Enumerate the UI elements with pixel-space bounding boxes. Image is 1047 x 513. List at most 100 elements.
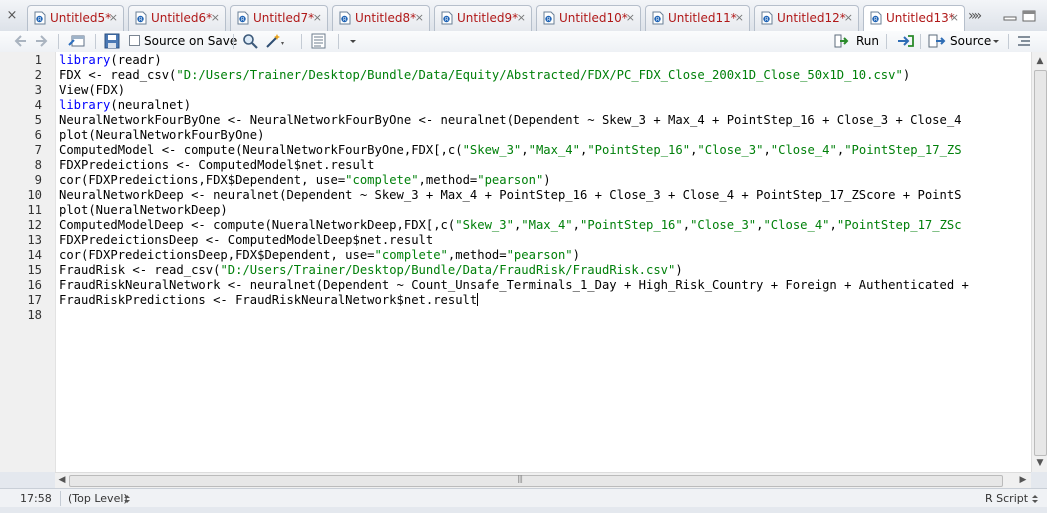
close-icon[interactable]: ×: [211, 11, 220, 24]
tab-untitled[interactable]: R Untitled6* ×: [128, 5, 226, 31]
scroll-right-icon[interactable]: ▶: [1016, 473, 1030, 487]
show-in-window-icon[interactable]: [68, 33, 86, 49]
close-icon[interactable]: ×: [844, 11, 853, 24]
chevron-down-icon[interactable]: [348, 33, 358, 49]
code-line[interactable]: NeuralNetworkDeep <- neuralnet(Dependent…: [59, 188, 962, 203]
svg-text:R: R: [874, 17, 878, 23]
source-icon[interactable]: [928, 33, 946, 49]
string-token: "complete": [374, 248, 448, 262]
source-on-save-label[interactable]: Source on Save: [144, 34, 237, 48]
code-token: ): [543, 173, 551, 187]
code-line[interactable]: FDX <- read_csv("D:/Users/Trainer/Deskto…: [59, 68, 910, 83]
close-icon[interactable]: ×: [313, 11, 322, 24]
close-icon[interactable]: ×: [626, 11, 635, 24]
line-number: 10: [27, 188, 42, 202]
svg-text:R: R: [38, 17, 42, 23]
tab-untitled[interactable]: R Untitled5* ×: [27, 5, 124, 31]
chevron-updown-icon[interactable]: [1031, 494, 1039, 504]
line-number: 8: [34, 158, 42, 172]
scroll-up-icon[interactable]: ▲: [1033, 54, 1047, 68]
code-token: ,: [521, 143, 529, 157]
code-line[interactable]: ComputedModelDeep <- compute(NueralNetwo…: [59, 218, 962, 233]
source-on-save-checkbox[interactable]: [129, 35, 140, 46]
back-arrow-icon[interactable]: [14, 33, 28, 49]
code-line[interactable]: FraudRiskNeuralNetwork <- neuralnet(Depe…: [59, 278, 969, 293]
code-line[interactable]: ComputedModel <- compute(NeuralNetworkFo…: [59, 143, 962, 158]
tab-label: Untitled9*: [457, 11, 519, 25]
tab-label: Untitled12*: [777, 11, 846, 25]
source-button[interactable]: Source: [950, 34, 991, 48]
save-icon[interactable]: [104, 33, 120, 49]
r-script-icon: R: [870, 11, 882, 25]
file-type-selector[interactable]: R Script: [985, 492, 1028, 505]
code-line[interactable]: plot(NeuralNetworkFourByOne): [59, 128, 264, 143]
code-token: ,method=: [418, 173, 478, 187]
run-arrow-icon[interactable]: [834, 33, 850, 49]
horizontal-scroll-thumb[interactable]: [69, 475, 1003, 487]
close-icon[interactable]: ×: [109, 11, 118, 24]
tab-untitled[interactable]: R Untitled10* ×: [536, 5, 641, 31]
code-token: ): [572, 248, 580, 262]
scroll-down-icon[interactable]: ▼: [1033, 456, 1047, 470]
forward-arrow-icon[interactable]: [34, 33, 48, 49]
string-token: "Close_4": [763, 218, 830, 232]
code-token: plot(NueralNetworkDeep): [59, 203, 228, 217]
document-outline-icon[interactable]: [310, 33, 328, 49]
more-tabs-icon[interactable]: »»: [968, 8, 982, 24]
code-line[interactable]: FDXPredeictionsDeep <- ComputedModelDeep…: [59, 233, 433, 248]
run-button[interactable]: Run: [856, 34, 879, 48]
string-token: "Close_3": [697, 143, 764, 157]
close-all-icon[interactable]: ×: [4, 8, 20, 24]
line-number: 15: [27, 263, 42, 277]
code-line[interactable]: FraudRiskPredictions <- FraudRiskNeuralN…: [59, 293, 479, 308]
code-line[interactable]: cor(FDXPredeictionsDeep,FDX$Dependent, u…: [59, 248, 580, 263]
vertical-scroll-thumb[interactable]: [1034, 70, 1047, 456]
string-token: "Close_4": [770, 143, 837, 157]
code-line[interactable]: cor(FDXPredeictions,FDX$Dependent, use="…: [59, 173, 551, 188]
minimize-pane-icon[interactable]: [1003, 10, 1017, 22]
maximize-pane-icon[interactable]: [1022, 10, 1036, 22]
code-editor[interactable]: 1 2 3 4 5 6 7 8 9 10 11 12 13 14 15 16 17 18 library(read…: [0, 52, 1047, 472]
pane-splitter[interactable]: [0, 507, 1047, 513]
tab-bar: × R Untitled5* × R Untitled6* × R Untitled7* × R U…: [0, 0, 1047, 32]
tab-untitled[interactable]: R Untitled7* ×: [230, 5, 328, 31]
string-token: "PointStep_16": [580, 218, 683, 232]
menu-lines-icon[interactable]: [1017, 33, 1031, 49]
svg-text:R: R: [656, 17, 660, 23]
scroll-left-icon[interactable]: ◀: [55, 473, 69, 487]
code-line[interactable]: View(FDX): [59, 83, 125, 98]
code-token: cor(FDXPredeictions,FDX$Dependent, use=: [59, 173, 346, 187]
tab-untitled[interactable]: R Untitled9* ×: [434, 5, 532, 31]
horizontal-scrollbar[interactable]: ◀ ||| ▶: [55, 472, 1031, 488]
close-icon[interactable]: ×: [950, 11, 959, 24]
search-icon[interactable]: [242, 33, 258, 49]
string-token: "D:/Users/Trainer/Desktop/Bundle/Data/Eq…: [176, 68, 903, 82]
code-token: plot(NeuralNetworkFourByOne): [59, 128, 265, 142]
tab-untitled[interactable]: R Untitled13* ×: [863, 5, 965, 32]
tab-untitled[interactable]: R Untitled8* ×: [332, 5, 430, 31]
tab-label: Untitled5*: [50, 11, 112, 25]
code-line[interactable]: library(neuralnet): [59, 98, 191, 113]
vertical-scrollbar[interactable]: ▲ ▼: [1031, 52, 1047, 472]
tab-untitled[interactable]: R Untitled12* ×: [754, 5, 859, 31]
code-line[interactable]: FraudRisk <- read_csv("D:/Users/Trainer/…: [59, 263, 683, 278]
keyword-token: library: [59, 53, 111, 67]
tab-untitled[interactable]: R Untitled11* ×: [645, 5, 750, 31]
scope-selector[interactable]: (Top Level): [68, 492, 128, 505]
chevron-down-icon[interactable]: [991, 33, 1001, 49]
code-line[interactable]: NeuralNetworkFourByOne <- NeuralNetworkF…: [59, 113, 962, 128]
close-icon[interactable]: ×: [517, 11, 526, 24]
rerun-icon[interactable]: [895, 33, 915, 49]
close-icon[interactable]: ×: [415, 11, 424, 24]
string-token: "Max_4": [521, 218, 573, 232]
code-line[interactable]: plot(NueralNetworkDeep): [59, 203, 228, 218]
code-tools-wand-icon[interactable]: [265, 33, 287, 49]
chevron-updown-icon[interactable]: [123, 494, 131, 504]
r-script-icon: R: [339, 11, 351, 25]
code-line[interactable]: library(readr): [59, 53, 162, 68]
code-token: (readr): [110, 53, 162, 67]
close-icon[interactable]: ×: [735, 11, 744, 24]
code-line[interactable]: FDXPredeictions <- ComputedModel$net.res…: [59, 158, 375, 173]
line-number: 11: [27, 203, 42, 217]
line-number: 2: [34, 68, 42, 82]
